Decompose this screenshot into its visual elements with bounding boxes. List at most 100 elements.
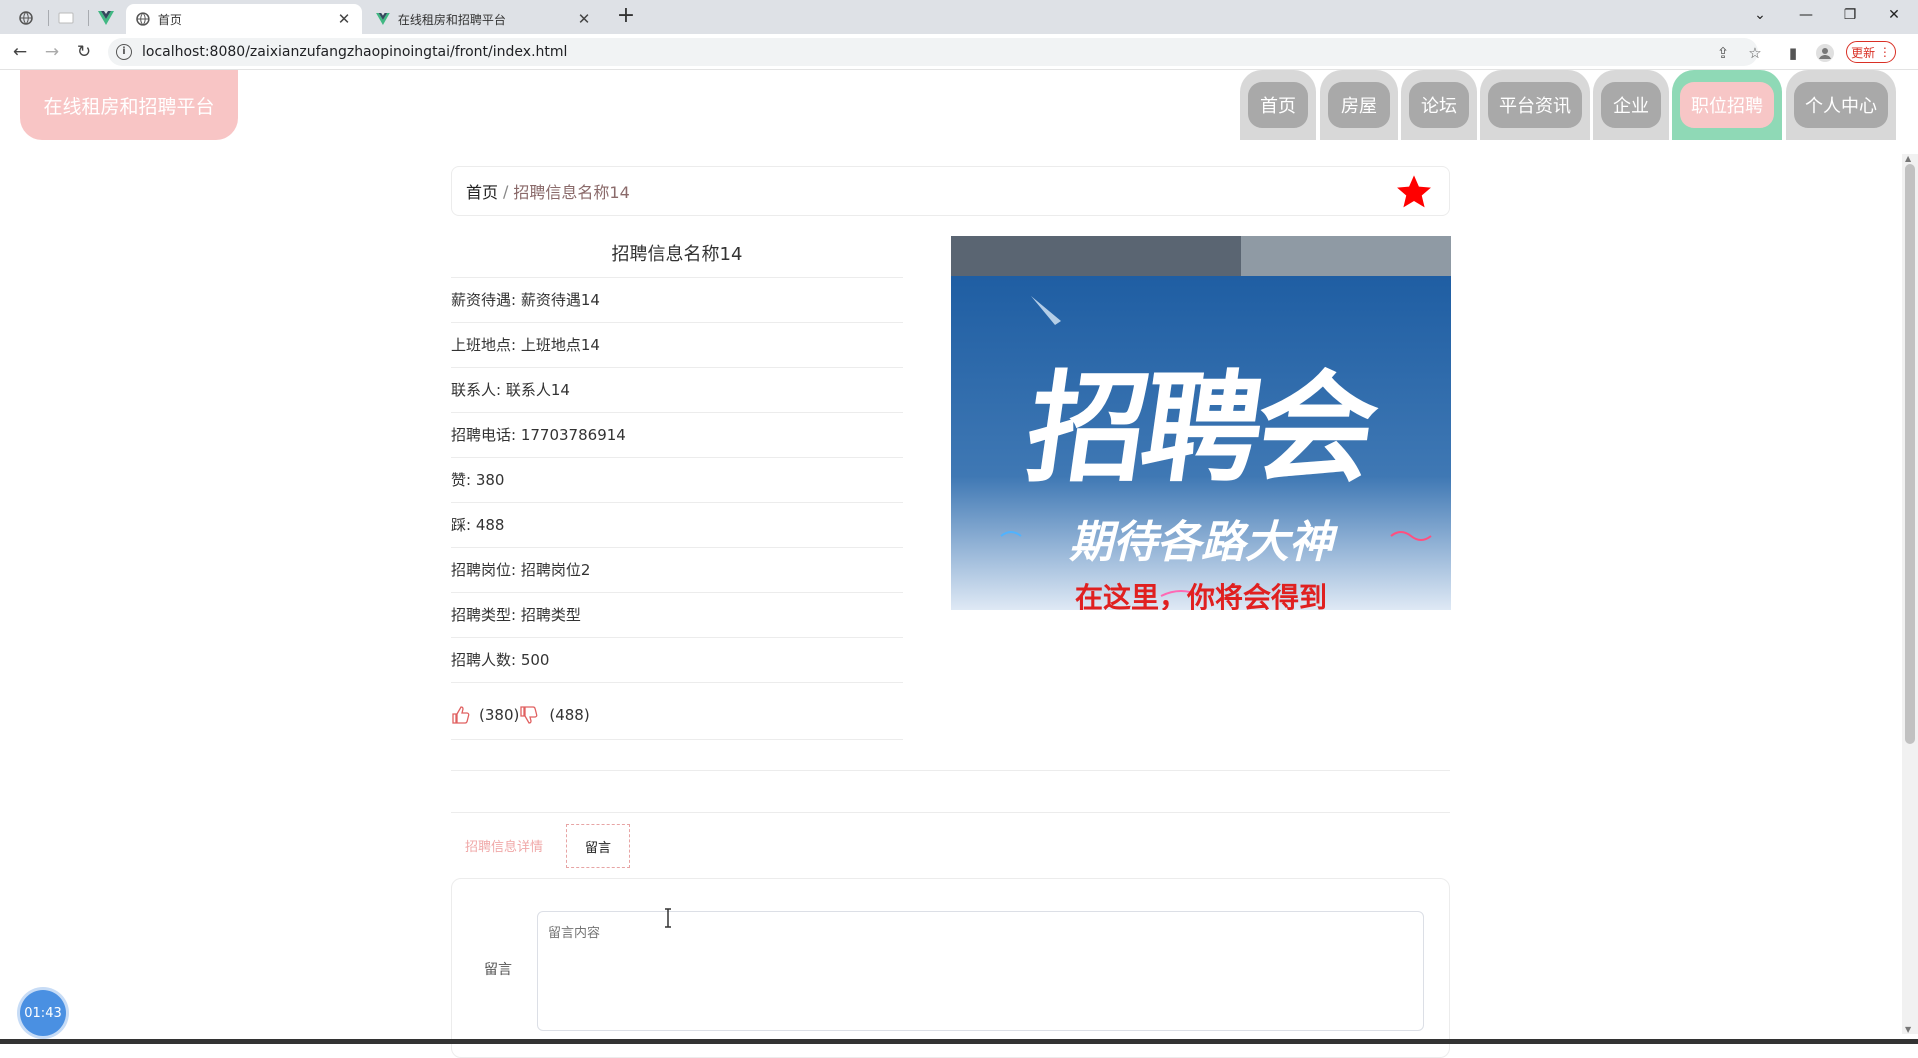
job-poster-image: 招聘会 期待各路大神 在这里，你将会得到 [951, 236, 1451, 610]
field-label: 招聘人数 [451, 651, 512, 669]
page-icon [58, 12, 74, 24]
job-title: 招聘信息名称14 [451, 236, 903, 278]
pinned-tab-vue[interactable] [88, 6, 124, 30]
message-input[interactable] [537, 911, 1424, 1031]
vote-row: (380) (488) [451, 690, 903, 740]
poster-subline: 期待各路大神 [1069, 517, 1333, 568]
update-button[interactable]: 更新 ⋮ [1846, 41, 1896, 63]
share-icon[interactable]: ⇪ [1712, 42, 1734, 64]
tab-title: 首页 [157, 12, 182, 27]
scroll-down-arrow-icon[interactable]: ▼ [1905, 1025, 1911, 1034]
minimize-button[interactable]: — [1784, 0, 1828, 30]
nav-label: 房屋 [1328, 82, 1390, 128]
field-label: 招聘类型 [451, 606, 512, 624]
field-label: 招聘电话 [451, 426, 512, 444]
url-field[interactable]: i localhost:8080/zaixianzufangzhaopinoin… [108, 38, 1758, 66]
site-brand[interactable]: 在线租房和招聘平台 [20, 70, 238, 140]
pinned-tab-globe[interactable] [8, 6, 44, 30]
close-icon[interactable]: ✕ [336, 10, 352, 28]
taskbar-edge [0, 1039, 1918, 1044]
field-phone: 招聘电话: 17703786914 [451, 413, 903, 458]
scrollbar-thumb[interactable] [1905, 164, 1915, 744]
field-value: 488 [475, 516, 505, 534]
field-headcount: 招聘人数: 500 [451, 638, 903, 683]
field-likes: 赞: 380 [451, 458, 903, 503]
scroll-up-arrow-icon[interactable]: ▲ [1905, 154, 1911, 163]
browser-address-bar: ← → ↻ i localhost:8080/zaixianzufangzhao… [0, 34, 1918, 70]
page-scrollbar[interactable]: ▲ ▼ [1902, 154, 1918, 1034]
site-info-icon[interactable]: i [116, 44, 132, 60]
field-dislikes: 踩: 488 [451, 503, 903, 548]
field-value: 500 [520, 651, 550, 669]
nav-news[interactable]: 平台资讯 [1480, 70, 1590, 140]
breadcrumb-home[interactable]: 首页 [466, 179, 498, 203]
thumbs-down-icon[interactable] [519, 705, 539, 725]
dislike-count: (488) [549, 705, 590, 724]
section-divider [451, 770, 1450, 771]
tab-platform[interactable]: 在线租房和招聘平台 ✕ [366, 4, 602, 34]
like-count: (380) [479, 705, 520, 724]
pinned-tab-blank[interactable] [48, 6, 84, 30]
field-location: 上班地点: 上班地点14 [451, 323, 903, 368]
back-arrow-icon[interactable]: ← [8, 40, 32, 64]
restore-button[interactable]: ❐ [1828, 0, 1872, 30]
window-close-button[interactable]: ✕ [1872, 0, 1916, 30]
field-salary: 薪资待遇: 薪资待遇14 [451, 278, 903, 323]
breadcrumb-current: 招聘信息名称14 [513, 183, 630, 202]
reload-icon[interactable]: ↻ [72, 40, 96, 64]
browser-tab-bar: 首页 ✕ 在线租房和招聘平台 ✕ + ⌄ — ❐ ✕ [0, 0, 1918, 34]
field-label: 招聘岗位 [451, 561, 512, 579]
nav-label: 企业 [1601, 82, 1661, 128]
field-label: 薪资待遇 [451, 291, 512, 309]
nav-label: 首页 [1248, 82, 1308, 128]
field-value: 招聘类型 [520, 606, 581, 624]
bookmark-star-icon[interactable]: ☆ [1744, 42, 1766, 64]
nav-label: 个人中心 [1794, 82, 1888, 128]
tab-search-chevron-icon[interactable]: ⌄ [1738, 0, 1782, 30]
field-label: 联系人 [451, 381, 497, 399]
message-label: 留言 [484, 962, 512, 978]
vue-logo-icon [98, 11, 114, 25]
thumbs-up-icon[interactable] [451, 705, 471, 725]
text-cursor-icon [665, 908, 671, 928]
globe-icon [19, 11, 33, 25]
field-label: 赞 [451, 471, 467, 489]
tab-title: 在线租房和招聘平台 [397, 12, 506, 27]
new-tab-button[interactable]: + [614, 4, 638, 30]
nav-label: 平台资讯 [1488, 82, 1582, 128]
nav-jobs[interactable]: 职位招聘 [1672, 70, 1782, 140]
tab-message[interactable]: 留言 [566, 824, 630, 868]
tab-job-detail[interactable]: 招聘信息详情 [465, 836, 543, 855]
forward-arrow-icon[interactable]: → [40, 40, 64, 64]
nav-label: 论坛 [1409, 82, 1469, 128]
side-panel-icon[interactable]: ▮ [1782, 42, 1804, 64]
nav-profile[interactable]: 个人中心 [1786, 70, 1896, 140]
nav-forum[interactable]: 论坛 [1401, 70, 1477, 140]
nav-company[interactable]: 企业 [1593, 70, 1669, 140]
favorite-star-icon[interactable] [1395, 173, 1433, 211]
field-value: 上班地点14 [520, 336, 600, 354]
field-contact: 联系人: 联系人14 [451, 368, 903, 413]
message-form: 留言 [451, 878, 1450, 1058]
section-divider [451, 812, 1450, 813]
vue-logo-icon [376, 13, 390, 25]
breadcrumb-separator: / [503, 181, 509, 201]
nav-label: 职位招聘 [1680, 82, 1774, 128]
field-value: 联系人14 [505, 381, 570, 399]
url-text: localhost:8080/zaixianzufangzhaopinoingt… [142, 44, 568, 60]
tab-home[interactable]: 首页 ✕ [126, 4, 362, 34]
field-value: 380 [475, 471, 505, 489]
field-value: 17703786914 [520, 426, 626, 444]
profile-avatar-icon[interactable] [1814, 42, 1836, 64]
update-label: 更新 [1851, 45, 1876, 60]
detail-tabs: 招聘信息详情 留言 [451, 822, 1450, 872]
poster-bottom-text: 在这里，你将会得到 [1074, 581, 1327, 610]
nav-housing[interactable]: 房屋 [1320, 70, 1398, 140]
field-value: 招聘岗位2 [520, 561, 591, 579]
close-icon[interactable]: ✕ [576, 10, 592, 28]
nav-home[interactable]: 首页 [1240, 70, 1316, 140]
field-value: 薪资待遇14 [520, 291, 600, 309]
globe-icon [136, 12, 150, 26]
field-label: 上班地点 [451, 336, 512, 354]
field-position: 招聘岗位: 招聘岗位2 [451, 548, 903, 593]
